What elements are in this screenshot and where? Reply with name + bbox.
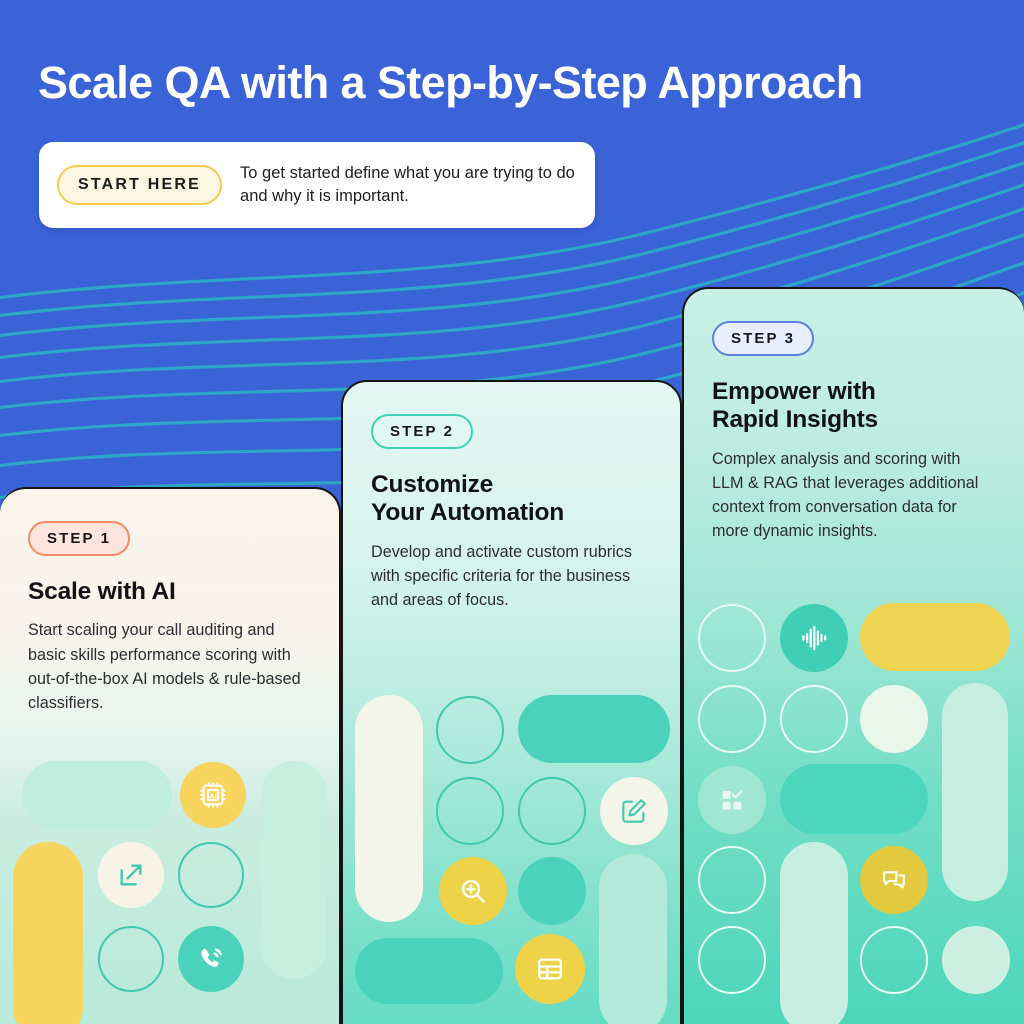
shape-pill-cream-tall bbox=[355, 695, 423, 922]
shape-pill-mint-tall bbox=[780, 842, 848, 1024]
checklist-grid-icon bbox=[698, 766, 766, 834]
shape-circle-outline bbox=[98, 926, 164, 992]
shape-circle-outline bbox=[698, 685, 766, 753]
start-here-badge[interactable]: START HERE bbox=[57, 165, 223, 205]
shape-pill-teal bbox=[518, 695, 670, 763]
shape-pill-mint-tall bbox=[261, 761, 327, 979]
step-body-3: Complex analysis and scoring with LLM & … bbox=[712, 449, 979, 541]
shape-pill-yellow bbox=[13, 842, 83, 1024]
step-title-1: Scale with AI bbox=[28, 578, 176, 605]
step-card-3-content: STEP 3 Empower with Rapid Insights Compl… bbox=[684, 289, 1024, 543]
page-title: Scale QA with a Step-by-Step Approach bbox=[38, 57, 863, 108]
shape-pill-mint-tall bbox=[599, 854, 667, 1024]
external-link-icon bbox=[98, 842, 164, 908]
shape-circle-outline bbox=[860, 926, 928, 994]
shape-circle-outline bbox=[518, 777, 586, 845]
svg-text:AI: AI bbox=[209, 791, 217, 800]
shape-circle-outline bbox=[698, 846, 766, 914]
table-grid-icon bbox=[515, 934, 585, 1004]
shape-pill-mint-tall bbox=[942, 683, 1008, 901]
step-body-1: Start scaling your call auditing and bas… bbox=[28, 621, 301, 712]
step-body-2: Develop and activate custom rubrics with… bbox=[371, 542, 632, 610]
step-title-3: Empower with Rapid Insights bbox=[712, 378, 878, 434]
chat-bubbles-icon bbox=[860, 846, 928, 914]
shape-circle-cream bbox=[860, 685, 928, 753]
shape-circle-outline bbox=[436, 777, 504, 845]
shape-circle-outline bbox=[698, 926, 766, 994]
step-card-2-content: STEP 2 Customize Your Automation Develop… bbox=[343, 382, 680, 612]
shape-pill-teal-wide bbox=[355, 938, 503, 1004]
step-badge-2[interactable]: STEP 2 bbox=[371, 414, 474, 449]
step-card-1[interactable]: AI STEP 1 Scale with AI Start scaling yo… bbox=[0, 487, 341, 1024]
shape-pill-mint bbox=[22, 761, 172, 829]
zoom-in-icon bbox=[439, 857, 507, 925]
step-title-2: Customize Your Automation bbox=[371, 471, 564, 527]
start-here-banner: START HERE To get started define what yo… bbox=[39, 142, 595, 228]
step-card-2[interactable]: STEP 2 Customize Your Automation Develop… bbox=[341, 380, 682, 1024]
shape-pill-yellow-wide bbox=[860, 603, 1010, 671]
step-badge-3[interactable]: STEP 3 bbox=[712, 321, 815, 356]
step-card-1-content: STEP 1 Scale with AI Start scaling your … bbox=[0, 489, 339, 715]
phone-ring-icon bbox=[178, 926, 244, 992]
shape-circle-outline bbox=[436, 696, 504, 764]
shape-pill-teal-wide bbox=[780, 764, 928, 834]
shape-circle-outline bbox=[178, 842, 244, 908]
shape-circle-teal bbox=[518, 857, 586, 925]
audio-waveform-icon bbox=[780, 604, 848, 672]
shape-circle-mint bbox=[942, 926, 1010, 994]
infographic-canvas: Scale QA with a Step-by-Step Approach ST… bbox=[0, 0, 1024, 1024]
shape-circle-outline bbox=[780, 685, 848, 753]
ai-chip-icon: AI bbox=[180, 762, 246, 828]
edit-square-icon bbox=[600, 777, 668, 845]
step-card-3[interactable]: STEP 3 Empower with Rapid Insights Compl… bbox=[682, 287, 1024, 1024]
shape-circle-outline bbox=[698, 604, 766, 672]
step-badge-1[interactable]: STEP 1 bbox=[28, 521, 131, 556]
start-here-description: To get started define what you are tryin… bbox=[240, 163, 575, 205]
